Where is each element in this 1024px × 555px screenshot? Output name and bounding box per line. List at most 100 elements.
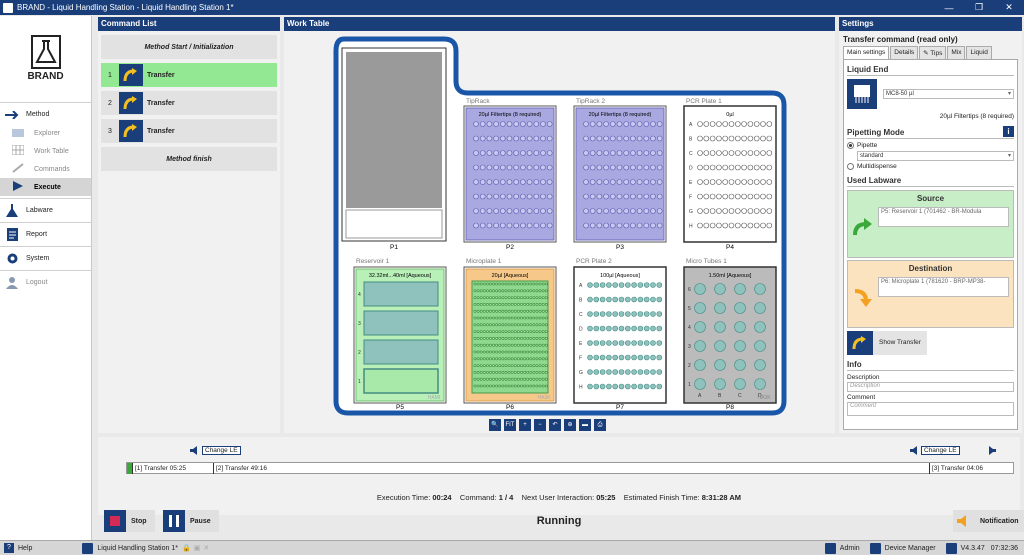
well[interactable] xyxy=(507,282,511,286)
well[interactable] xyxy=(587,296,593,303)
well[interactable] xyxy=(523,370,527,374)
well[interactable] xyxy=(616,179,623,185)
well[interactable] xyxy=(650,164,656,171)
well[interactable] xyxy=(656,164,663,171)
change-le-marker-2[interactable]: Change LE xyxy=(921,446,960,455)
well[interactable] xyxy=(609,135,616,142)
well[interactable] xyxy=(760,179,766,185)
save-icon[interactable]: ▣ xyxy=(194,544,201,552)
well[interactable] xyxy=(498,350,502,354)
timeline-track[interactable]: [1] Transfer 05:25 [2] Transfer 49:16 [3… xyxy=(126,462,1014,474)
well[interactable] xyxy=(485,289,489,293)
well[interactable] xyxy=(501,343,505,347)
well[interactable] xyxy=(501,336,505,340)
well[interactable] xyxy=(540,208,546,214)
well[interactable] xyxy=(606,369,612,375)
well[interactable] xyxy=(482,316,486,320)
well[interactable] xyxy=(714,340,726,352)
close-station-icon[interactable]: ✕ xyxy=(203,544,209,552)
well[interactable] xyxy=(485,364,489,368)
well[interactable] xyxy=(476,370,480,374)
well[interactable] xyxy=(493,179,499,185)
well[interactable] xyxy=(612,325,619,332)
well[interactable] xyxy=(631,282,637,288)
device-manager-item[interactable]: Device Manager xyxy=(866,542,936,554)
well[interactable] xyxy=(606,311,612,317)
well[interactable] xyxy=(656,150,663,156)
well[interactable] xyxy=(476,343,480,347)
well[interactable] xyxy=(506,150,513,156)
well[interactable] xyxy=(500,121,506,127)
well[interactable] xyxy=(520,316,523,320)
well[interactable] xyxy=(495,384,499,388)
well[interactable] xyxy=(507,302,511,306)
well[interactable] xyxy=(538,343,542,347)
description-field[interactable]: Description xyxy=(847,382,1014,392)
well[interactable] xyxy=(520,164,526,171)
well[interactable] xyxy=(513,323,517,327)
well[interactable] xyxy=(599,383,606,390)
well[interactable] xyxy=(485,357,489,361)
well[interactable] xyxy=(504,282,508,286)
well[interactable] xyxy=(489,384,492,388)
well[interactable] xyxy=(489,350,492,354)
well[interactable] xyxy=(535,330,539,334)
well[interactable] xyxy=(493,150,499,156)
well[interactable] xyxy=(637,282,644,288)
well[interactable] xyxy=(754,340,766,352)
well[interactable] xyxy=(583,135,589,142)
well[interactable] xyxy=(473,316,477,320)
well[interactable] xyxy=(541,282,545,286)
well[interactable] xyxy=(473,164,479,171)
well[interactable] xyxy=(643,208,650,214)
well[interactable] xyxy=(538,302,542,306)
well[interactable] xyxy=(485,370,489,374)
well[interactable] xyxy=(650,121,656,127)
well[interactable] xyxy=(643,121,650,127)
well[interactable] xyxy=(492,289,496,293)
well[interactable] xyxy=(476,316,480,320)
well[interactable] xyxy=(513,135,519,142)
well[interactable] xyxy=(506,121,513,127)
well[interactable] xyxy=(473,384,477,388)
well[interactable] xyxy=(546,121,553,127)
well[interactable] xyxy=(535,309,539,313)
well[interactable] xyxy=(616,222,623,229)
well[interactable] xyxy=(532,289,536,293)
well[interactable] xyxy=(526,377,530,381)
well[interactable] xyxy=(495,343,499,347)
well[interactable] xyxy=(500,179,506,185)
well[interactable] xyxy=(656,369,663,375)
radio-multidispense[interactable]: Multidispense xyxy=(847,163,1014,170)
well[interactable] xyxy=(498,336,502,340)
well[interactable] xyxy=(541,384,545,388)
well[interactable] xyxy=(612,282,619,288)
well[interactable] xyxy=(473,309,477,313)
well[interactable] xyxy=(489,377,492,381)
well[interactable] xyxy=(637,325,644,332)
well[interactable] xyxy=(624,383,631,390)
well[interactable] xyxy=(489,323,492,327)
well[interactable] xyxy=(643,282,650,288)
well[interactable] xyxy=(523,289,527,293)
well[interactable] xyxy=(747,179,754,185)
work-table-canvas[interactable]: P1 TipRack 20µl Filtertips (8 required) … xyxy=(284,31,835,433)
well[interactable] xyxy=(603,135,609,142)
well[interactable] xyxy=(473,302,477,306)
well[interactable] xyxy=(482,377,486,381)
well[interactable] xyxy=(520,377,523,381)
well[interactable] xyxy=(510,350,514,354)
well[interactable] xyxy=(618,369,625,375)
well[interactable] xyxy=(535,377,539,381)
well[interactable] xyxy=(596,193,603,200)
well[interactable] xyxy=(513,330,517,334)
well[interactable] xyxy=(523,384,527,388)
well[interactable] xyxy=(516,296,520,300)
well[interactable] xyxy=(760,135,766,142)
well[interactable] xyxy=(703,150,710,156)
well[interactable] xyxy=(532,302,536,306)
well[interactable] xyxy=(492,282,496,286)
well[interactable] xyxy=(507,330,511,334)
well[interactable] xyxy=(623,150,630,156)
well[interactable] xyxy=(510,330,514,334)
